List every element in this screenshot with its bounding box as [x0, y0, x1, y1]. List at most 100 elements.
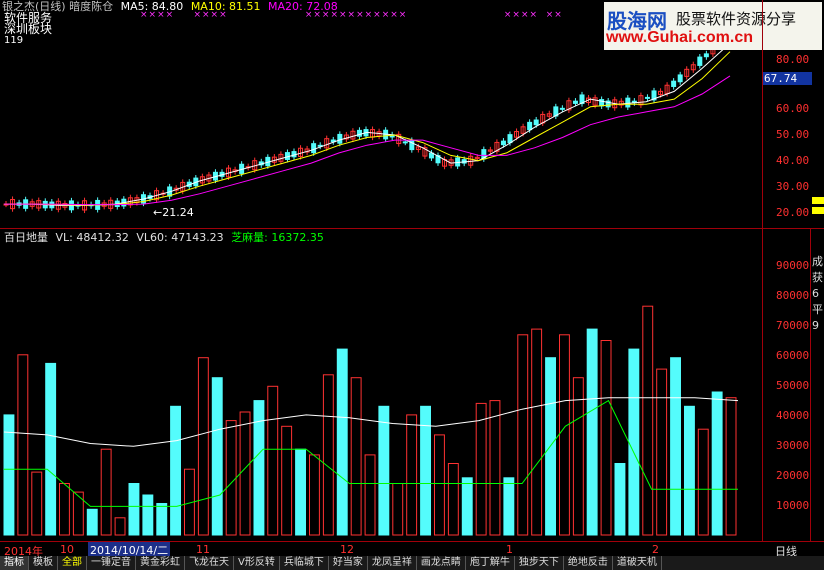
- volume-bar: [503, 477, 515, 536]
- volume-bar: [197, 357, 209, 536]
- volume-bar: [572, 377, 584, 536]
- candle: [317, 142, 323, 150]
- candle: [651, 87, 657, 103]
- tab-huangjin[interactable]: 黄金彩虹: [136, 556, 185, 570]
- volume-bar: [378, 405, 390, 536]
- indicator-name: 暗度陈仓: [69, 0, 114, 13]
- volume-bar: [725, 397, 737, 536]
- candle: [435, 152, 441, 166]
- volume-bar: [697, 428, 709, 536]
- volume-line-1: [4, 399, 738, 507]
- volume-bar: [434, 434, 445, 536]
- volume-bar: [45, 362, 57, 536]
- sesame-value: 芝麻量: 16372.35: [231, 231, 324, 244]
- candle: [671, 78, 677, 90]
- volume-bar: [17, 354, 29, 536]
- volume-title-bar: 百日地量 VL: 48412.32 VL60: 47143.23 芝麻量: 16…: [4, 229, 324, 245]
- candle: [703, 50, 709, 60]
- tab-juedi[interactable]: 绝地反击: [564, 556, 613, 570]
- volume-bar: [475, 402, 487, 536]
- candle: [324, 135, 330, 151]
- y-tick-50: 50.00: [776, 128, 810, 141]
- tab-indicator[interactable]: 指标: [0, 556, 29, 570]
- volume-bar: [392, 483, 404, 536]
- volume-bar: [170, 405, 182, 536]
- vl-value: VL: 48412.32: [55, 231, 129, 244]
- tab-vxing[interactable]: V形反转: [234, 556, 280, 570]
- candle: [677, 71, 683, 85]
- volume-pane[interactable]: 百日地量 VL: 48412.32 VL60: 47143.23 芝麻量: 16…: [0, 229, 762, 541]
- candle: [579, 91, 585, 107]
- time-label-feb: 2: [652, 543, 659, 556]
- volume-chart: [3, 305, 739, 536]
- volume-bar: [406, 414, 418, 536]
- tab-haodangjia[interactable]: 好当家: [329, 556, 368, 570]
- candle: [559, 105, 565, 112]
- candle: [350, 128, 356, 143]
- volume-bar: [684, 405, 695, 536]
- candle: [343, 131, 349, 142]
- tab-paoding[interactable]: 庖丁解牛: [466, 556, 515, 570]
- volume-bar: [322, 374, 334, 536]
- volume-bar: [670, 357, 681, 536]
- stock-chart-app: 银之杰(日线) 暗度陈仓 MA5: 84.80 MA10: 81.51 MA20…: [0, 0, 824, 570]
- logo-url: www.Guhai.com.cn: [606, 29, 753, 46]
- right-info-panel: 成 获 6 平 9: [812, 255, 823, 332]
- tab-all[interactable]: 全部: [58, 556, 87, 570]
- volume-bar: [142, 494, 154, 536]
- candle: [396, 131, 402, 147]
- volume-bar: [267, 385, 279, 536]
- volume-bar: [711, 391, 723, 536]
- candle: [599, 96, 605, 109]
- volume-bar: [114, 517, 126, 536]
- time-label-dec: 12: [340, 543, 354, 556]
- tab-template[interactable]: 模板: [29, 556, 58, 570]
- tab-longfeng[interactable]: 龙凤呈祥: [368, 556, 417, 570]
- candle: [638, 92, 644, 108]
- volume-line-0: [3, 397, 739, 447]
- y-tick-80: 80.00: [776, 53, 810, 66]
- candle: [356, 127, 362, 140]
- candle: [311, 140, 317, 156]
- volume-bar: [559, 334, 570, 536]
- ma-line-ma10: [4, 51, 731, 206]
- volume-bar: [586, 328, 598, 536]
- candle: [684, 66, 690, 80]
- candle: [494, 139, 500, 155]
- candle: [337, 131, 343, 147]
- time-label-oct: 10: [60, 543, 74, 556]
- volume-bar: [614, 463, 626, 536]
- tab-feilong[interactable]: 飞龙在天: [185, 556, 234, 570]
- tab-binglin[interactable]: 兵临城下: [280, 556, 329, 570]
- ma-line-ma20: [4, 75, 731, 206]
- tab-hualong[interactable]: 画龙点睛: [417, 556, 466, 570]
- candle: [422, 144, 428, 160]
- time-axis[interactable]: 2014年 10 2014/10/14/二 11 12 1 2 日线: [0, 541, 824, 558]
- volume-bar: [156, 503, 168, 536]
- volume-bar: [517, 334, 529, 536]
- candle: [690, 61, 696, 73]
- candle: [625, 95, 631, 111]
- volume-bar: [600, 340, 612, 536]
- y-tick-30: 30.00: [776, 180, 810, 193]
- volume-bar: [309, 454, 320, 536]
- volume-bar: [364, 454, 376, 536]
- candle: [605, 97, 611, 110]
- volume-indicator-name: 百日地量: [4, 231, 48, 244]
- watermark-sector: 软件服务 深圳板块 119: [4, 11, 53, 46]
- volume-bar: [86, 508, 98, 536]
- candle: [389, 131, 395, 141]
- volume-bar: [489, 400, 501, 536]
- volume-bar: [281, 425, 293, 536]
- volume-bar: [350, 377, 362, 536]
- tab-daopo[interactable]: 道破天机: [613, 556, 662, 570]
- ma-line-ma5: [4, 42, 731, 206]
- volume-bar: [336, 348, 348, 536]
- site-logo[interactable]: 股海网 股票软件资源分享 www.Guhai.com.cn: [604, 2, 822, 50]
- tab-dubu[interactable]: 独步天下: [515, 556, 564, 570]
- volume-bar: [531, 328, 543, 536]
- volume-bar: [447, 463, 459, 536]
- tab-yichui[interactable]: 一锤定音: [87, 556, 136, 570]
- volume-bar: [31, 471, 43, 536]
- signal-markers-row: ×××× ×××× ×××××××××××× ×××× ×× ×××××: [140, 10, 649, 20]
